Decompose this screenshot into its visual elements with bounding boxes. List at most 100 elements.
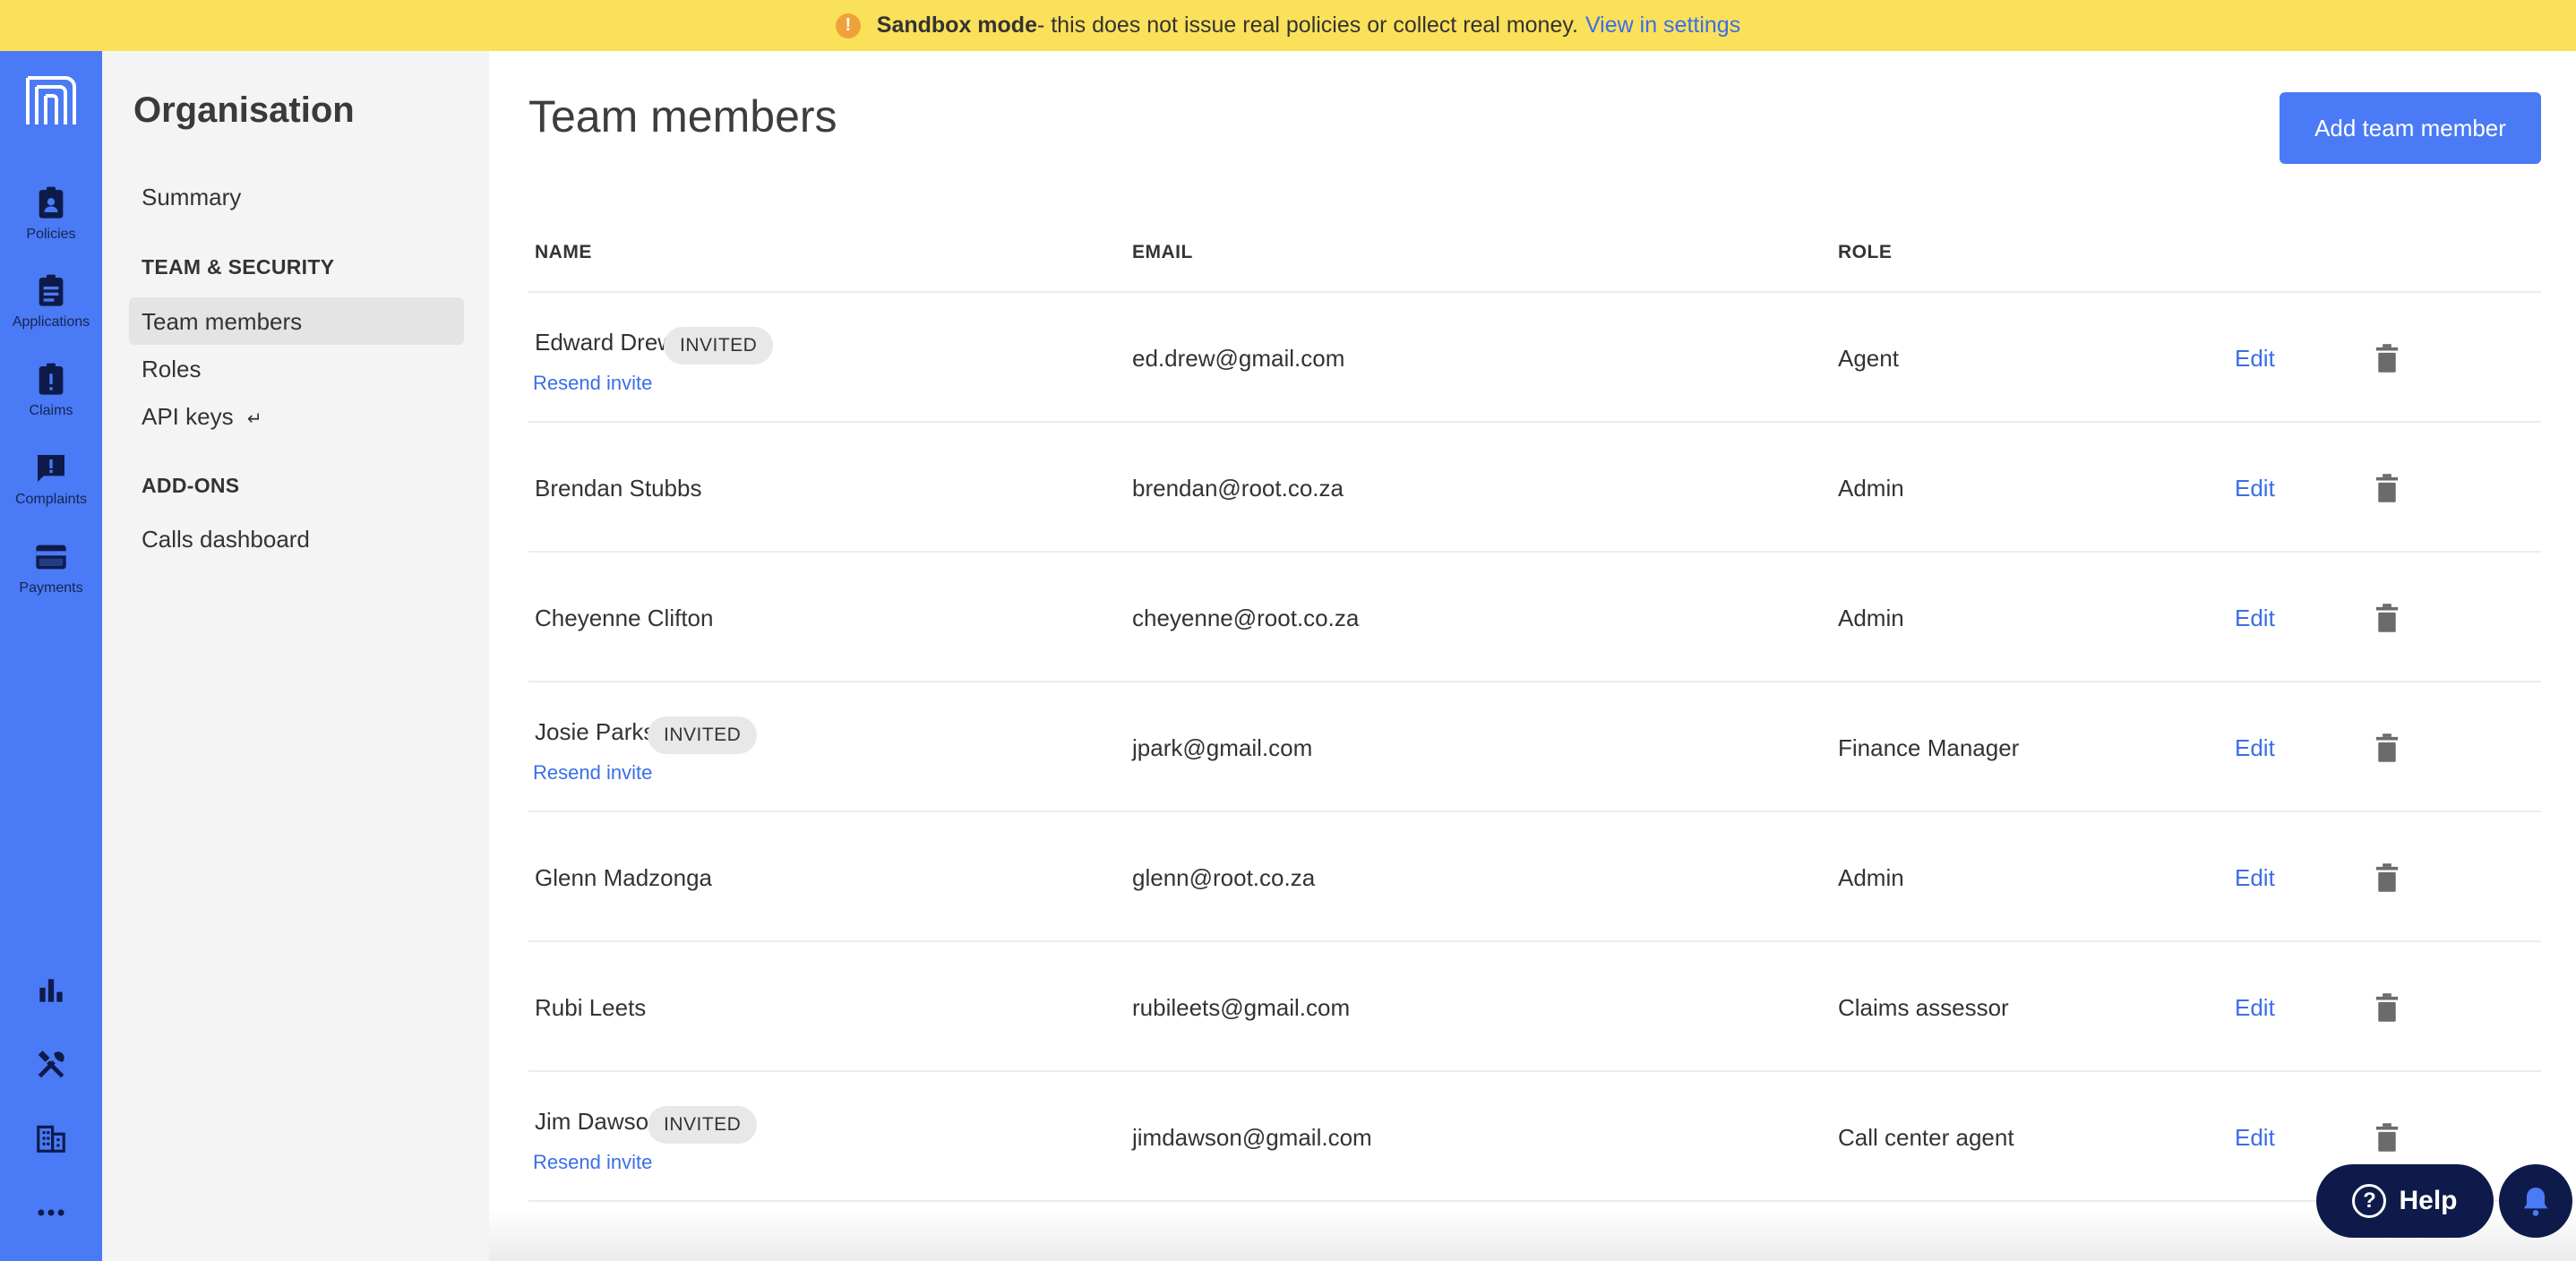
invited-badge: INVITED	[664, 327, 774, 365]
member-email: cheyenne@root.co.za	[1132, 605, 1360, 631]
banner-strong: Sandbox mode	[876, 13, 1037, 38]
sidebar-item-summary[interactable]: Summary	[142, 184, 241, 211]
view-in-settings-link[interactable]: View in settings	[1585, 13, 1740, 39]
table-row: Cheyenne Clifton cheyenne@root.co.za Admin…	[528, 553, 2541, 682]
column-header-role: ROLE	[1838, 242, 1893, 262]
trash-icon[interactable]	[2374, 603, 2400, 633]
member-email: brendan@root.co.za	[1132, 475, 1344, 502]
help-label: Help	[2399, 1186, 2458, 1215]
question-icon: ?	[2352, 1184, 2387, 1218]
edit-member-link[interactable]: Edit	[2235, 475, 2275, 502]
table-row: Glenn Madzonga glenn@root.co.za Admin Edit	[528, 812, 2541, 942]
rail-label: Claims	[29, 403, 73, 418]
rail-item-applications[interactable]: Applications	[0, 273, 102, 330]
rail-label: Applications	[12, 314, 90, 330]
member-email: rubileets@gmail.com	[1132, 994, 1351, 1021]
applications-icon	[39, 274, 64, 306]
complaints-icon	[38, 455, 64, 482]
member-role: Claims assessor	[1838, 994, 2009, 1021]
notifications-button[interactable]	[2499, 1164, 2572, 1238]
trash-icon[interactable]	[2374, 1122, 2400, 1153]
member-role: Call center agent	[1838, 1124, 2014, 1151]
sidebar-section-add-ons: ADD-ONS	[142, 474, 240, 497]
member-role: Agent	[1838, 345, 1899, 372]
sidebar-item-roles[interactable]: Roles	[142, 356, 201, 383]
edit-member-link[interactable]: Edit	[2235, 1124, 2275, 1152]
scroll-fade	[489, 1209, 2576, 1261]
resend-invite-link[interactable]: Resend invite	[533, 1151, 652, 1174]
member-role: Admin	[1838, 864, 1904, 891]
member-role: Admin	[1838, 475, 1904, 502]
sidebar-title: Organisation	[133, 90, 355, 130]
invited-badge: INVITED	[648, 1106, 758, 1144]
rail-item-complaints[interactable]: Complaints	[0, 450, 102, 508]
sandbox-banner: ! Sandbox mode - this does not issue rea…	[0, 0, 2576, 51]
table-row: Brendan Stubbs brendan@root.co.za Admin Edi…	[528, 423, 2541, 553]
sidebar-item-calls-dashboard[interactable]: Calls dashboard	[142, 526, 310, 553]
member-name: Edward Drew	[535, 329, 675, 356]
trash-icon[interactable]	[2374, 992, 2400, 1023]
policies-icon	[39, 186, 64, 219]
member-name: Jim Dawson	[535, 1108, 662, 1135]
member-role: Finance Manager	[1838, 734, 2020, 761]
row-divider	[528, 1200, 2541, 1202]
table-row: Rubi Leets rubileets@gmail.com Claims asse…	[528, 942, 2541, 1072]
member-name: Glenn Madzonga	[535, 864, 713, 891]
trash-icon[interactable]	[2374, 733, 2400, 763]
main-content: Team members Add team member NAME EMAIL …	[489, 51, 2576, 1261]
page-title: Team members	[528, 91, 837, 142]
member-name: Rubi Leets	[535, 994, 647, 1021]
invited-badge: INVITED	[648, 716, 758, 754]
help-button[interactable]: ? Help	[2316, 1164, 2494, 1238]
sidebar-item-label: Team members	[142, 308, 303, 335]
rail-item-tools[interactable]	[0, 1048, 102, 1082]
member-name: Josie Parks	[535, 718, 656, 745]
edit-member-link[interactable]: Edit	[2235, 994, 2275, 1022]
add-team-member-button[interactable]: Add team member	[2280, 92, 2541, 164]
rail-label: Policies	[26, 227, 76, 242]
analytics-icon	[39, 979, 63, 1002]
edit-member-link[interactable]: Edit	[2235, 734, 2275, 762]
app-rail: Policies Applications Claims Complaints …	[0, 51, 102, 1261]
rail-item-policies[interactable]: Policies	[0, 185, 102, 243]
edit-member-link[interactable]: Edit	[2235, 345, 2275, 373]
rail-item-claims[interactable]: Claims	[0, 362, 102, 419]
root-logo-icon[interactable]	[24, 74, 78, 128]
sidebar-section-team-security: TEAM & SECURITY	[142, 255, 335, 279]
rail-item-organisation[interactable]	[0, 1121, 102, 1155]
sidebar-item-team-members[interactable]: Team members	[129, 297, 464, 345]
edit-member-link[interactable]: Edit	[2235, 864, 2275, 892]
edit-member-link[interactable]: Edit	[2235, 605, 2275, 632]
trash-icon[interactable]	[2374, 473, 2400, 503]
member-email: glenn@root.co.za	[1132, 864, 1316, 891]
table-row: Jim Dawson INVITED Resend invite jimdawson@…	[528, 1072, 2541, 1202]
warning-icon: !	[835, 13, 861, 39]
column-header-name: NAME	[535, 242, 592, 262]
table-row: Edward Drew INVITED Resend invite ed.drew@g…	[528, 293, 2541, 423]
tools-icon	[38, 1051, 64, 1078]
resend-invite-link[interactable]: Resend invite	[533, 761, 652, 785]
column-header-email: EMAIL	[1132, 242, 1193, 262]
member-email: jimdawson@gmail.com	[1132, 1124, 1372, 1151]
claims-icon	[39, 363, 64, 395]
rail-item-more[interactable]	[0, 1196, 102, 1230]
sidebar-item-label: API keys	[142, 403, 234, 430]
organisation-icon	[37, 1125, 65, 1153]
member-email: jpark@gmail.com	[1132, 734, 1313, 761]
member-email: ed.drew@gmail.com	[1132, 345, 1345, 372]
payments-icon	[36, 545, 66, 570]
more-icon	[38, 1209, 64, 1216]
rail-item-payments[interactable]: Payments	[0, 539, 102, 596]
banner-text: - this does not issue real policies or c…	[1036, 13, 1578, 38]
member-name: Brendan Stubbs	[535, 475, 702, 502]
rail-label: Payments	[19, 580, 83, 596]
trash-icon[interactable]	[2374, 343, 2400, 373]
trash-icon[interactable]	[2374, 862, 2400, 893]
table-row: Josie Parks INVITED Resend invite jpark@gma…	[528, 682, 2541, 812]
sidebar-item-api-keys[interactable]: API keys ↵	[142, 403, 262, 431]
rail-item-analytics[interactable]	[0, 974, 102, 1008]
resend-invite-link[interactable]: Resend invite	[533, 372, 652, 395]
member-name: Cheyenne Clifton	[535, 605, 714, 631]
rail-label: Complaints	[14, 492, 88, 507]
bell-icon	[2523, 1188, 2548, 1216]
